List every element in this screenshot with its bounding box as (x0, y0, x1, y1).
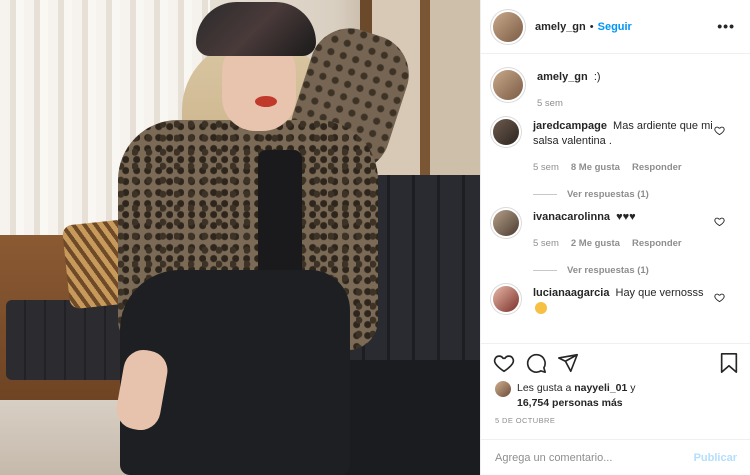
likes-count[interactable]: 16,754 personas más (517, 397, 623, 409)
likes-connector: y (630, 382, 636, 394)
comment-item: lucianaagarcia Hay que vernosss (493, 276, 739, 316)
post-actions: Les gusta a nayyeli_01 y 16,754 personas… (481, 343, 750, 475)
likes-text: Les gusta a nayyeli_01 y 16,754 personas… (517, 381, 636, 411)
comment-username[interactable]: jaredcampage (533, 120, 607, 132)
reply-button[interactable]: Responder (632, 162, 682, 173)
commenter-avatar[interactable] (493, 286, 519, 312)
more-options-icon[interactable]: ••• (717, 18, 735, 34)
commenter-avatar[interactable] (493, 210, 519, 236)
replies-divider (533, 194, 557, 195)
publish-button[interactable]: Publicar (694, 452, 737, 464)
author-avatar[interactable] (493, 70, 523, 100)
comment-body: Hay que vernosss (615, 287, 704, 299)
comment-input[interactable] (495, 452, 694, 464)
likes-prefix: Les gusta a (517, 382, 572, 394)
follow-button[interactable]: Seguir (598, 21, 632, 33)
save-bookmark-icon[interactable] (719, 352, 739, 374)
instagram-post: amely_gn • Seguir ••• amely_gn :) 5 sem (0, 0, 750, 475)
caption-username[interactable]: amely_gn (537, 71, 588, 83)
comment-meta: 5 sem 8 Me gusta Responder (533, 162, 715, 173)
caption-body: :) (593, 71, 601, 83)
comment-username[interactable]: ivanacarolinna (533, 211, 610, 223)
comment-text: lucianaagarcia Hay que vernosss (533, 286, 715, 316)
comment-composer: Publicar (481, 439, 750, 475)
post-date[interactable]: 5 DE OCTUBRE (495, 416, 555, 425)
action-bar (493, 352, 739, 376)
comment-time[interactable]: 5 sem (533, 238, 559, 249)
lips (255, 96, 277, 107)
comment-item: jaredcampage Mas ardiente que mi salsa v… (493, 109, 739, 200)
liker-avatar[interactable] (495, 381, 511, 397)
comment-meta: 5 sem 2 Me gusta Responder (533, 238, 715, 249)
author-avatar[interactable] (493, 11, 523, 42)
view-replies-button[interactable]: Ver respuestas (1) (533, 189, 715, 200)
like-comment-icon[interactable] (714, 125, 725, 136)
likes-summary: Les gusta a nayyeli_01 y 16,754 personas… (495, 381, 636, 411)
like-heart-icon[interactable] (493, 352, 515, 374)
comment-username[interactable]: lucianaagarcia (533, 287, 609, 299)
liker-username[interactable]: nayyeli_01 (574, 382, 627, 394)
comment-text: jaredcampage Mas ardiente que mi salsa v… (533, 119, 715, 149)
reply-button[interactable]: Responder (632, 238, 682, 249)
view-replies-label: Ver respuestas (1) (567, 189, 649, 200)
smiling-face-with-hearts-icon (535, 302, 547, 315)
caption-meta: 5 sem (537, 98, 715, 109)
commenter-avatar[interactable] (493, 119, 519, 145)
separator-dot: • (589, 20, 594, 33)
bucket-hat (196, 2, 316, 56)
view-replies-label: Ver respuestas (1) (567, 265, 649, 276)
comment-bubble-icon[interactable] (525, 352, 547, 374)
comment-likes[interactable]: 2 Me gusta (571, 238, 620, 249)
comment-time[interactable]: 5 sem (533, 162, 559, 173)
like-comment-icon[interactable] (714, 292, 725, 303)
post-sidebar: amely_gn • Seguir ••• amely_gn :) 5 sem (480, 0, 750, 475)
caption: amely_gn :) 5 sem (493, 60, 739, 109)
view-replies-button[interactable]: Ver respuestas (1) (533, 265, 715, 276)
black-top (258, 150, 302, 290)
post-photo[interactable] (0, 0, 480, 475)
comment-likes[interactable]: 8 Me gusta (571, 162, 620, 173)
like-comment-icon[interactable] (714, 216, 725, 227)
comment-item: ivanacarolinna ♥♥♥ 5 sem 2 Me gusta Resp… (493, 200, 739, 276)
caption-time[interactable]: 5 sem (537, 98, 563, 109)
caption-text: amely_gn :) (537, 70, 715, 85)
share-paper-plane-icon[interactable] (557, 352, 579, 374)
comment-body: ♥♥♥ (616, 211, 636, 223)
replies-divider (533, 270, 557, 271)
post-header: amely_gn • Seguir ••• (481, 0, 750, 54)
author-username[interactable]: amely_gn (535, 21, 586, 33)
comment-text: ivanacarolinna ♥♥♥ (533, 210, 715, 225)
comments-list[interactable]: amely_gn :) 5 sem jaredcampage Mas ardie… (481, 60, 750, 343)
